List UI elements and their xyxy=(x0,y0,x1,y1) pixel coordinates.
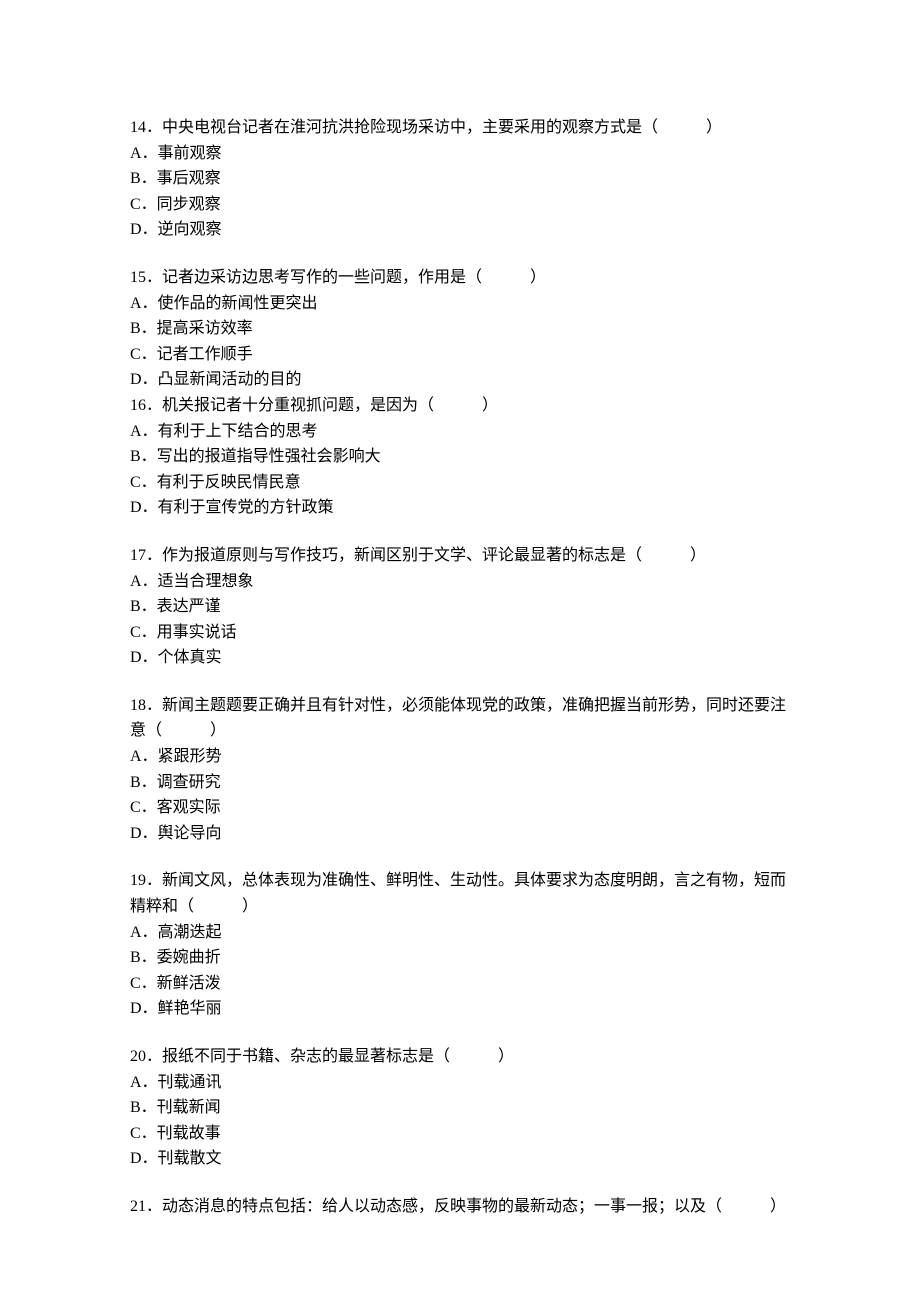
question-option: C．刊载故事 xyxy=(130,1121,790,1147)
question-option: B．写出的报道指导性强社会影响大 xyxy=(130,444,790,470)
question-stem: 16．机关报记者十分重视抓问题，是因为（ ） xyxy=(130,393,790,419)
question-option: B．委婉曲折 xyxy=(130,945,790,971)
question-option: C．同步观察 xyxy=(130,192,790,218)
question-16: 16．机关报记者十分重视抓问题，是因为（ ）A．有利于上下结合的思考B．写出的报… xyxy=(130,393,790,521)
question-option: D．有利于宣传党的方针政策 xyxy=(130,495,790,521)
question-option: B．调查研究 xyxy=(130,770,790,796)
question-stem: 15．记者边采访边思考写作的一些问题，作用是（ ） xyxy=(130,265,790,291)
question-21: 21．动态消息的特点包括：给人以动态感，反映事物的最新动态；一事一报；以及（ ） xyxy=(130,1194,790,1220)
question-option: D．鲜艳华丽 xyxy=(130,996,790,1022)
question-option: C．用事实说话 xyxy=(130,620,790,646)
question-20: 20．报纸不同于书籍、杂志的最显著标志是（ ）A．刊载通讯B．刊载新闻C．刊载故… xyxy=(130,1044,790,1172)
question-option: B．事后观察 xyxy=(130,166,790,192)
question-option: D．凸显新闻活动的目的 xyxy=(130,367,790,393)
question-option: C．新鲜活泼 xyxy=(130,971,790,997)
question-option: D．逆向观察 xyxy=(130,217,790,243)
question-option: A．高潮迭起 xyxy=(130,920,790,946)
question-option: D．个体真实 xyxy=(130,645,790,671)
question-option: D．刊载散文 xyxy=(130,1146,790,1172)
question-19: 19．新闻文风，总体表现为准确性、鲜明性、生动性。具体要求为态度明朗，言之有物，… xyxy=(130,868,790,1022)
question-option: A．紧跟形势 xyxy=(130,744,790,770)
question-18: 18．新闻主题题要正确并且有针对性，必须能体现党的政策，准确把握当前形势，同时还… xyxy=(130,693,790,847)
question-option: B．表达严谨 xyxy=(130,594,790,620)
question-option: C．有利于反映民情民意 xyxy=(130,470,790,496)
question-stem: 21．动态消息的特点包括：给人以动态感，反映事物的最新动态；一事一报；以及（ ） xyxy=(130,1194,790,1220)
question-option: A．事前观察 xyxy=(130,141,790,167)
question-option: A．刊载通讯 xyxy=(130,1070,790,1096)
question-stem: 18．新闻主题题要正确并且有针对性，必须能体现党的政策，准确把握当前形势，同时还… xyxy=(130,693,790,744)
question-option: B．刊载新闻 xyxy=(130,1095,790,1121)
question-stem: 19．新闻文风，总体表现为准确性、鲜明性、生动性。具体要求为态度明朗，言之有物，… xyxy=(130,868,790,919)
question-17: 17．作为报道原则与写作技巧，新闻区别于文学、评论最显著的标志是（ ）A．适当合… xyxy=(130,543,790,671)
question-option: A．使作品的新闻性更突出 xyxy=(130,291,790,317)
question-stem: 17．作为报道原则与写作技巧，新闻区别于文学、评论最显著的标志是（ ） xyxy=(130,543,790,569)
exam-page: 14．中央电视台记者在淮河抗洪抢险现场采访中，主要采用的观察方式是（ ）A．事前… xyxy=(0,0,920,1302)
question-15: 15．记者边采访边思考写作的一些问题，作用是（ ）A．使作品的新闻性更突出B．提… xyxy=(130,265,790,393)
question-stem: 14．中央电视台记者在淮河抗洪抢险现场采访中，主要采用的观察方式是（ ） xyxy=(130,115,790,141)
question-14: 14．中央电视台记者在淮河抗洪抢险现场采访中，主要采用的观察方式是（ ）A．事前… xyxy=(130,115,790,243)
question-stem: 20．报纸不同于书籍、杂志的最显著标志是（ ） xyxy=(130,1044,790,1070)
question-option: A．有利于上下结合的思考 xyxy=(130,419,790,445)
question-option: C．客观实际 xyxy=(130,795,790,821)
question-option: A．适当合理想象 xyxy=(130,569,790,595)
question-option: C．记者工作顺手 xyxy=(130,342,790,368)
question-option: B．提高采访效率 xyxy=(130,316,790,342)
question-option: D．舆论导向 xyxy=(130,821,790,847)
